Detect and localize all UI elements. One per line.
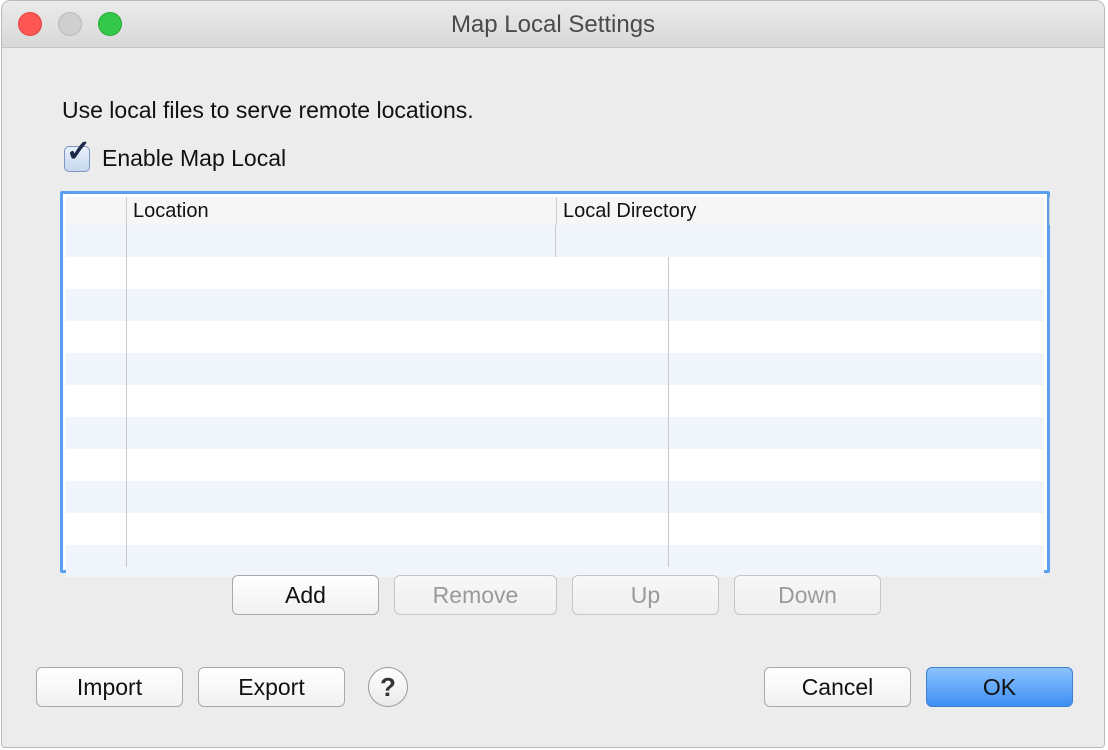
table-header: Location Local Directory	[66, 197, 1050, 226]
export-button[interactable]: Export	[198, 667, 345, 707]
remove-button[interactable]: Remove	[394, 575, 557, 615]
title-bar[interactable]: Map Local Settings	[2, 1, 1104, 48]
table-row[interactable]	[66, 545, 1044, 577]
table-row[interactable]	[66, 513, 1044, 545]
row-number-header	[66, 197, 126, 225]
add-button[interactable]: Add	[232, 575, 379, 615]
table-row[interactable]	[66, 481, 1044, 513]
table-row[interactable]	[66, 353, 1044, 385]
enable-map-local-checkbox[interactable]: ✓	[64, 137, 91, 172]
checkmark-icon: ✓	[66, 135, 92, 168]
window-title: Map Local Settings	[450, 11, 656, 38]
description-text: Use local files to serve remote location…	[62, 97, 474, 123]
enable-map-local-label[interactable]: Enable Map Local	[102, 145, 286, 172]
map-local-settings-window: Map Local Settings Use local files to se…	[1, 0, 1105, 748]
import-button[interactable]: Import	[36, 667, 183, 707]
column-header-local-directory[interactable]: Local Directory	[556, 197, 1050, 225]
column-header-location[interactable]: Location	[126, 197, 556, 225]
table-row[interactable]	[66, 417, 1044, 449]
down-button[interactable]: Down	[734, 575, 881, 615]
table-row[interactable]	[66, 449, 1044, 481]
up-button[interactable]: Up	[572, 575, 719, 615]
table-row[interactable]	[66, 321, 1044, 353]
column-divider	[126, 225, 127, 567]
ok-button[interactable]: OK	[926, 667, 1073, 707]
help-button[interactable]: ?	[368, 667, 408, 707]
column-divider	[668, 257, 669, 567]
cancel-button[interactable]: Cancel	[764, 667, 911, 707]
table-row[interactable]	[66, 257, 1044, 289]
table-row[interactable]	[66, 385, 1044, 417]
table-row[interactable]	[66, 289, 1044, 321]
mappings-table[interactable]: Location Local Directory	[60, 191, 1050, 577]
table-body[interactable]	[66, 225, 1044, 577]
column-divider	[555, 225, 556, 257]
question-mark-icon: ?	[380, 672, 396, 702]
